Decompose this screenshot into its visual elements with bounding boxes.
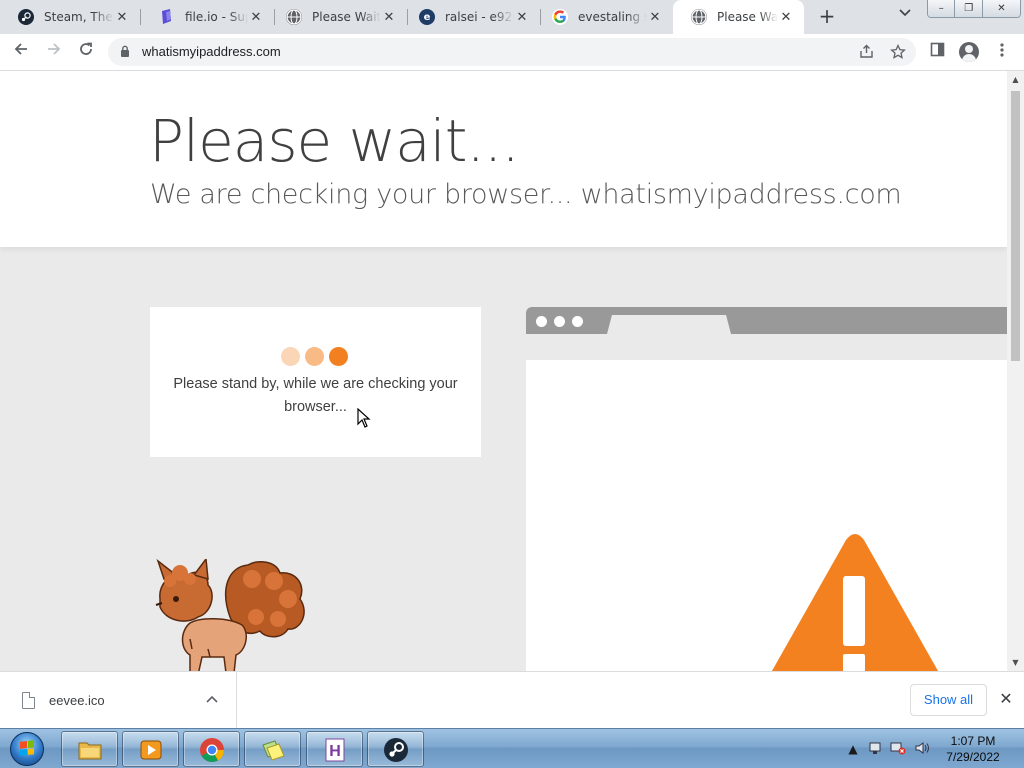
bookmark-star-icon[interactable] bbox=[889, 43, 907, 62]
scroll-down-arrow-icon[interactable]: ▼ bbox=[1007, 654, 1024, 671]
loading-dot bbox=[305, 347, 324, 366]
taskbar-hexchat[interactable]: H bbox=[306, 731, 363, 767]
page-subtitle: We are checking your browser... whatismy… bbox=[150, 179, 902, 210]
steam-icon bbox=[18, 9, 34, 25]
chrome-icon bbox=[200, 738, 224, 763]
scroll-up-arrow-icon[interactable]: ▲ bbox=[1007, 71, 1024, 88]
tab-file-io[interactable]: file.io - Super simple file sharing ✕ bbox=[141, 0, 274, 34]
sticky-notes-icon bbox=[262, 740, 285, 761]
tab-title: Please Wait... | Cloudflare bbox=[717, 10, 778, 24]
file-icon bbox=[22, 692, 35, 709]
mouse-cursor-icon bbox=[357, 408, 371, 428]
google-icon bbox=[552, 9, 568, 25]
taskbar-explorer[interactable] bbox=[61, 731, 118, 767]
illustration-tab bbox=[607, 315, 731, 334]
close-tab-icon[interactable]: ✕ bbox=[114, 10, 130, 25]
scrollbar-thumb[interactable] bbox=[1011, 91, 1020, 361]
tab-search-chevron-icon[interactable] bbox=[896, 6, 914, 20]
loading-dots-icon bbox=[281, 347, 349, 367]
globe-icon bbox=[691, 9, 707, 25]
side-panel-icon[interactable] bbox=[927, 42, 947, 62]
show-hidden-icons-arrow-icon[interactable]: ▲ bbox=[845, 741, 861, 757]
clock-time: 1:07 PM bbox=[950, 734, 996, 748]
tab-please-wait[interactable]: Please Wait... | Cloudflare ✕ bbox=[268, 0, 407, 34]
steam-icon bbox=[384, 738, 408, 762]
address-bar[interactable]: whatismyipaddress.com bbox=[108, 38, 916, 66]
tab-google-search[interactable]: evestaling sus - Google Search ✕ bbox=[534, 0, 673, 34]
illustration-dot bbox=[554, 316, 565, 327]
close-tab-icon[interactable]: ✕ bbox=[248, 10, 264, 25]
illustration-dot bbox=[572, 316, 583, 327]
taskbar-chrome[interactable] bbox=[183, 731, 240, 767]
close-icon[interactable]: ✕ bbox=[996, 689, 1016, 709]
chevron-up-icon[interactable] bbox=[203, 690, 221, 708]
tab-title: ralsei - e926 bbox=[445, 10, 514, 24]
kebab-menu-icon[interactable] bbox=[992, 42, 1012, 62]
page-viewport: Please wait... We are checking your brow… bbox=[0, 71, 1007, 671]
hexchat-icon: H bbox=[325, 738, 345, 762]
close-tab-icon[interactable]: ✕ bbox=[778, 10, 794, 25]
globe-icon bbox=[286, 9, 302, 25]
close-tab-icon[interactable]: ✕ bbox=[381, 10, 397, 25]
reload-icon[interactable] bbox=[74, 40, 98, 64]
start-button[interactable] bbox=[4, 730, 50, 768]
tab-please-wait-active[interactable]: Please Wait... | Cloudflare ✕ bbox=[673, 0, 804, 34]
page-scrollbar[interactable]: ▲ ▼ bbox=[1007, 71, 1024, 671]
forward-arrow-icon[interactable] bbox=[42, 40, 66, 64]
lock-icon[interactable] bbox=[120, 45, 130, 57]
loading-dot bbox=[281, 347, 300, 366]
close-tab-icon[interactable]: ✕ bbox=[514, 10, 530, 25]
e926-icon: e bbox=[419, 9, 435, 25]
close-tab-icon[interactable]: ✕ bbox=[647, 10, 663, 25]
volume-icon[interactable] bbox=[914, 741, 930, 757]
close-window-button[interactable]: ✕ bbox=[982, 0, 1020, 17]
show-all-button[interactable]: Show all bbox=[910, 684, 987, 716]
loading-dot bbox=[329, 347, 348, 366]
clock-date: 7/29/2022 bbox=[946, 750, 1000, 764]
minimize-button[interactable]: – bbox=[928, 0, 956, 17]
tab-title: file.io - Super simple file sharing bbox=[185, 10, 248, 24]
page-title: Please wait... bbox=[149, 107, 520, 175]
browser-toolbar: whatismyipaddress.com bbox=[0, 34, 1024, 71]
warning-triangle-icon bbox=[771, 534, 939, 671]
page-header: Please wait... We are checking your brow… bbox=[0, 71, 1007, 247]
standby-message: Please stand by, while we are checking y… bbox=[173, 376, 458, 415]
share-icon[interactable] bbox=[857, 44, 875, 62]
tab-title: Please Wait... | Cloudflare bbox=[312, 10, 381, 24]
download-file-name[interactable]: eevee.ico bbox=[49, 693, 105, 708]
network-disconnected-icon[interactable] bbox=[890, 741, 906, 757]
restore-button[interactable]: ❐ bbox=[955, 0, 983, 17]
download-item[interactable]: eevee.ico bbox=[0, 672, 237, 728]
illustration-body bbox=[526, 360, 1007, 671]
browser-illustration bbox=[526, 307, 1007, 671]
standby-card: Please stand by, while we are checking y… bbox=[150, 307, 481, 457]
window-controls: – ❐ ✕ bbox=[927, 0, 1021, 18]
download-shelf: eevee.ico Show all ✕ bbox=[0, 671, 1024, 728]
tab-strip: Steam, The Ultimate Online Game Platform… bbox=[0, 0, 1024, 34]
tab-ralsei-e926[interactable]: e ralsei - e926 ✕ bbox=[401, 0, 540, 34]
taskbar-sticky-notes[interactable] bbox=[244, 731, 301, 767]
windows-flag-icon bbox=[20, 740, 34, 756]
tab-title: Steam, The Ultimate Online Game Platform bbox=[44, 10, 114, 24]
url-text[interactable]: whatismyipaddress.com bbox=[142, 44, 281, 59]
tab-steam[interactable]: Steam, The Ultimate Online Game Platform… bbox=[0, 0, 140, 34]
explorer-icon bbox=[78, 742, 102, 760]
media-player-icon bbox=[140, 740, 162, 760]
vulpix-sprite-icon bbox=[155, 559, 305, 671]
svg-text:H: H bbox=[329, 743, 341, 760]
taskbar-clock[interactable]: 1:07 PM 7/29/2022 bbox=[932, 733, 1014, 765]
action-center-flag-icon[interactable] bbox=[867, 741, 883, 757]
new-tab-button[interactable]: + bbox=[816, 4, 838, 28]
illustration-dot bbox=[536, 316, 547, 327]
file-io-icon bbox=[159, 9, 175, 25]
taskbar-steam[interactable] bbox=[367, 731, 424, 767]
windows-taskbar: H ▲ 1:07 PM 7/29/2022 bbox=[0, 728, 1024, 768]
tab-title: evestaling sus - Google Search bbox=[578, 10, 647, 24]
back-arrow-icon[interactable] bbox=[9, 40, 33, 64]
illustration-titlebar bbox=[526, 307, 1007, 334]
taskbar-media-player[interactable] bbox=[122, 731, 179, 767]
profile-avatar-icon[interactable] bbox=[959, 42, 979, 62]
